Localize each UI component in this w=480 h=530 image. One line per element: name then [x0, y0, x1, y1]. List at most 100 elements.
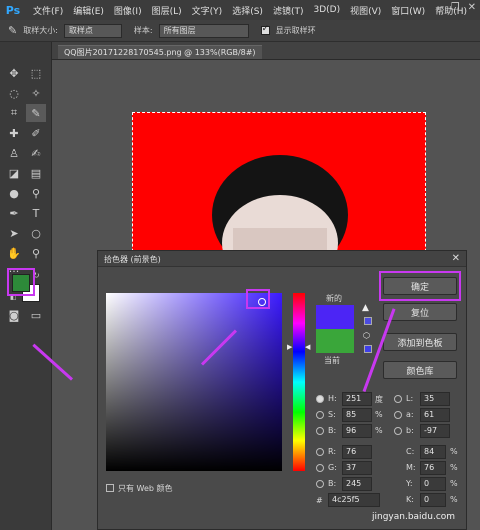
hand-tool-icon[interactable]: ✋ — [4, 244, 24, 262]
image-canvas[interactable] — [132, 112, 426, 272]
c-field[interactable]: 84 — [420, 445, 446, 459]
brush-tool-icon[interactable]: ✐ — [26, 124, 46, 142]
sample-label: 样本: — [133, 26, 153, 35]
blue-radio[interactable] — [316, 480, 324, 488]
crop-tool-icon[interactable]: ⌗ — [4, 104, 24, 122]
hue-slider-right-arrow[interactable]: ◀ — [305, 343, 310, 351]
g-field[interactable]: 37 — [342, 461, 372, 475]
menu-type[interactable]: 文字(Y) — [187, 4, 228, 17]
history-brush-icon[interactable]: ✍ — [26, 144, 46, 162]
pen-tool-icon[interactable]: ✒ — [4, 204, 24, 222]
menu-select[interactable]: 选择(S) — [227, 4, 268, 17]
blue-field[interactable]: 245 — [342, 477, 372, 491]
h-label: H: — [328, 394, 337, 403]
k-field[interactable]: 0 — [420, 493, 446, 507]
dialog-close-icon[interactable]: ✕ — [452, 253, 460, 264]
blur-tool-icon[interactable]: ● — [4, 184, 24, 202]
marquee-tool-icon[interactable]: ⬚ — [26, 64, 46, 82]
hex-field[interactable]: 4c25f5 — [328, 493, 380, 507]
highlight-ok-box — [379, 271, 461, 301]
type-tool-icon[interactable]: T — [26, 204, 46, 222]
b-label: B: — [328, 426, 337, 435]
b-radio[interactable] — [316, 427, 324, 435]
restore-icon[interactable]: ❐ — [451, 2, 460, 13]
highlight-cursor-box — [246, 289, 270, 309]
web-safe-swatch[interactable] — [364, 345, 372, 353]
s-radio[interactable] — [316, 411, 324, 419]
ellipse-tool-icon[interactable]: ○ — [26, 224, 46, 242]
document-tab[interactable]: QQ图片20171228170545.png @ 133%(RGB/8#) — [58, 45, 262, 59]
s-label: S: — [328, 410, 336, 419]
gamut-swatch[interactable] — [364, 317, 372, 325]
menu-filter[interactable]: 滤镜(T) — [268, 4, 309, 17]
close-icon[interactable]: ✕ — [468, 2, 476, 13]
menu-layer[interactable]: 图层(L) — [147, 4, 187, 17]
l-label: L: — [406, 394, 414, 403]
menu-image[interactable]: 图像(I) — [109, 4, 147, 17]
zoom-tool-icon[interactable]: ⚲ — [26, 244, 46, 262]
menu-edit[interactable]: 编辑(E) — [68, 4, 109, 17]
gradient-tool-icon[interactable]: ▤ — [26, 164, 46, 182]
menu-view[interactable]: 视图(V) — [345, 4, 386, 17]
sample-size-label: 取样大小: — [23, 26, 58, 35]
show-ring-checkbox[interactable] — [260, 24, 270, 35]
h-field[interactable]: 251 — [342, 392, 372, 406]
a-label: a: — [406, 410, 414, 419]
a-radio[interactable] — [394, 411, 402, 419]
sample-select[interactable]: 所有图层 — [158, 23, 249, 38]
l-field[interactable]: 35 — [420, 392, 450, 406]
hue-slider-left-arrow[interactable]: ▶ — [287, 343, 292, 351]
web-only-label: 只有 Web 颜色 — [118, 484, 173, 493]
menu-file[interactable]: 文件(F) — [28, 4, 68, 17]
h-radio[interactable] — [316, 395, 324, 403]
web-only-checkbox[interactable] — [106, 484, 114, 492]
menu-bar: Ps 文件(F) 编辑(E) 图像(I) 图层(L) 文字(Y) 选择(S) 滤… — [0, 0, 480, 20]
m-label: M: — [406, 463, 416, 472]
r-field[interactable]: 76 — [342, 445, 372, 459]
minimize-icon[interactable]: – — [438, 2, 443, 13]
r-radio[interactable] — [316, 448, 324, 456]
g-label: G: — [328, 463, 337, 472]
hue-slider[interactable] — [293, 293, 305, 471]
current-color-swatch[interactable] — [316, 329, 354, 353]
dodge-tool-icon[interactable]: ⚲ — [26, 184, 46, 202]
out-of-gamut-warning-icon[interactable]: ▲ — [362, 303, 369, 313]
hex-label: # — [316, 496, 323, 505]
g-radio[interactable] — [316, 464, 324, 472]
lab-b-field[interactable]: -97 — [420, 424, 450, 438]
h-unit: 度 — [375, 395, 383, 404]
dialog-title: 拾色器 (前景色) — [98, 251, 466, 267]
stamp-tool-icon[interactable]: ♙ — [4, 144, 24, 162]
screen-mode-icon[interactable]: ▭ — [26, 306, 46, 324]
eyedropper-tool-icon[interactable]: ✎ — [26, 104, 46, 122]
options-bar: ✎ 取样大小: 取样点 样本: 所有图层 显示取样环 — [0, 20, 480, 42]
healing-tool-icon[interactable]: ✚ — [4, 124, 24, 142]
add-to-swatches-button[interactable]: 添加到色板 — [383, 333, 457, 351]
lab-b-label: b: — [406, 426, 414, 435]
menu-3d[interactable]: 3D(D) — [308, 5, 345, 15]
s-unit: % — [375, 410, 383, 419]
tools-panel: ✥ ⬚ ◌ ✧ ⌗ ✎ ✚ ✐ ♙ ✍ ◪ ▤ ● ⚲ ✒ T ➤ ○ ✋ ⚲ … — [0, 42, 52, 530]
s-field[interactable]: 85 — [342, 408, 372, 422]
quick-select-tool-icon[interactable]: ✧ — [26, 84, 46, 102]
k-label: K: — [406, 495, 414, 504]
sample-size-select[interactable]: 取样点 — [63, 23, 122, 38]
m-field[interactable]: 76 — [420, 461, 446, 475]
lasso-tool-icon[interactable]: ◌ — [4, 84, 24, 102]
a-field[interactable]: 61 — [420, 408, 450, 422]
color-libraries-button[interactable]: 颜色库 — [383, 361, 457, 379]
b-field[interactable]: 96 — [342, 424, 372, 438]
saturation-brightness-field[interactable] — [106, 293, 282, 471]
document-tab-bar: QQ图片20171228170545.png @ 133%(RGB/8#) — [52, 42, 480, 60]
lab-b-radio[interactable] — [394, 427, 402, 435]
web-safe-warning-icon[interactable]: ⬡ — [363, 331, 370, 340]
move-tool-icon[interactable]: ✥ — [4, 64, 24, 82]
menu-window[interactable]: 窗口(W) — [386, 4, 430, 17]
path-select-icon[interactable]: ➤ — [4, 224, 24, 242]
new-color-label: 新的 — [326, 294, 342, 303]
l-radio[interactable] — [394, 395, 402, 403]
y-field[interactable]: 0 — [420, 477, 446, 491]
quick-mask-icon[interactable]: ◙ — [4, 306, 24, 324]
eyedropper-icon[interactable]: ✎ — [8, 24, 17, 37]
eraser-tool-icon[interactable]: ◪ — [4, 164, 24, 182]
